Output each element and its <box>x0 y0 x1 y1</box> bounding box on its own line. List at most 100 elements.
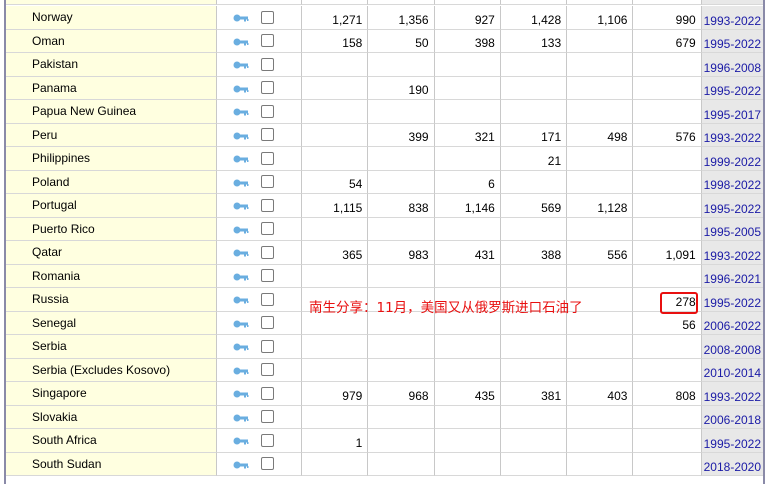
value-cell <box>434 452 501 476</box>
value-cell: 190 <box>368 76 435 100</box>
date-range-link[interactable]: 2008-2008 <box>701 335 763 359</box>
date-range-link[interactable]: 1993-2022 <box>701 123 763 147</box>
row-checkbox[interactable] <box>260 57 274 71</box>
key-icon[interactable] <box>233 318 249 328</box>
key-icon[interactable] <box>233 83 249 93</box>
row-checkbox[interactable] <box>260 104 274 118</box>
value-cell: 679 <box>633 29 702 53</box>
row-checkbox[interactable] <box>260 410 274 424</box>
date-range-link[interactable]: 1999-2022 <box>701 147 763 171</box>
row-checkbox[interactable] <box>260 269 274 283</box>
row-checkbox[interactable] <box>260 10 274 24</box>
date-range-link[interactable]: 1995-2017 <box>701 100 763 124</box>
date-range-link[interactable]: 1996-2021 <box>701 264 763 288</box>
key-icon[interactable] <box>233 177 249 187</box>
key-icon[interactable] <box>233 459 249 469</box>
value-cell <box>633 452 702 476</box>
row-checkbox[interactable] <box>260 292 274 306</box>
key-icon[interactable] <box>233 36 249 46</box>
key-icon[interactable] <box>233 224 249 234</box>
value-cell <box>368 53 435 77</box>
date-range-link[interactable]: 2006-2018 <box>701 405 763 429</box>
key-icon[interactable] <box>233 388 249 398</box>
value-cell: 1,356 <box>368 6 435 30</box>
key-icon[interactable] <box>233 130 249 140</box>
date-range-link[interactable]: 1993-2022 <box>701 6 763 30</box>
value-cell <box>633 194 702 218</box>
value-cell <box>434 100 501 124</box>
row-checkbox[interactable] <box>260 198 274 212</box>
row-checkbox[interactable] <box>260 339 274 353</box>
date-range-link[interactable]: 2004-2008 <box>701 0 763 5</box>
row-checkbox[interactable] <box>260 316 274 330</box>
key-icon[interactable] <box>233 12 249 22</box>
row-checkbox[interactable] <box>260 457 274 471</box>
value-cell: 990 <box>633 6 702 30</box>
date-range-link[interactable]: 1995-2022 <box>701 288 763 312</box>
key-icon[interactable] <box>233 247 249 257</box>
table-row: South Sudan 2018-2020 <box>6 452 763 476</box>
row-checkbox[interactable] <box>260 151 274 165</box>
key-icon[interactable] <box>233 294 249 304</box>
row-tools <box>216 6 303 30</box>
value-cell: 498 <box>567 123 634 147</box>
country-name: Pakistan <box>6 53 217 77</box>
row-checkbox[interactable] <box>260 433 274 447</box>
value-cell <box>633 335 702 359</box>
table-row: Serbia 2008-2008 <box>6 335 763 359</box>
country-cell <box>6 0 217 5</box>
date-range-link[interactable]: 1995-2022 <box>701 429 763 453</box>
key-icon[interactable] <box>233 271 249 281</box>
table-row: Singapore 979 968 435 381 403 808 1993-2022 <box>6 382 763 406</box>
date-range-link[interactable]: 2018-2020 <box>701 452 763 476</box>
date-range-link[interactable]: 1998-2022 <box>701 170 763 194</box>
key-icon[interactable] <box>233 435 249 445</box>
key-icon[interactable] <box>233 412 249 422</box>
row-checkbox[interactable] <box>260 175 274 189</box>
value-cell <box>500 335 568 359</box>
value-cell: 983 <box>368 241 435 265</box>
value-cell <box>567 217 634 241</box>
value-cell: 1,428 <box>500 6 568 30</box>
value-cell <box>302 123 369 147</box>
value-cell <box>500 452 568 476</box>
key-icon[interactable] <box>233 59 249 69</box>
value-cell <box>567 53 634 77</box>
date-range-link[interactable]: 1993-2022 <box>701 241 763 265</box>
country-name: Serbia <box>6 335 217 359</box>
row-checkbox[interactable] <box>260 34 274 48</box>
key-icon[interactable] <box>233 200 249 210</box>
date-range-link[interactable]: 1995-2022 <box>701 76 763 100</box>
value-cell: 399 <box>368 123 435 147</box>
date-range-link[interactable]: 1996-2008 <box>701 53 763 77</box>
key-icon[interactable] <box>233 341 249 351</box>
row-tools <box>216 170 303 194</box>
table-row: Oman 158 50 398 133 679 1995-2022 <box>6 29 763 53</box>
date-range-link[interactable]: 1995-2022 <box>701 29 763 53</box>
key-icon[interactable] <box>233 106 249 116</box>
row-checkbox[interactable] <box>260 363 274 377</box>
value-cell <box>633 217 702 241</box>
country-name: Papua New Guinea <box>6 100 217 124</box>
date-range-link[interactable]: 1995-2022 <box>701 194 763 218</box>
date-range-link[interactable]: 2006-2022 <box>701 311 763 335</box>
value-cell: 403 <box>567 382 634 406</box>
tools-cell <box>216 0 303 5</box>
key-icon[interactable] <box>233 153 249 163</box>
row-checkbox[interactable] <box>260 81 274 95</box>
row-checkbox[interactable] <box>260 128 274 142</box>
value-cell <box>368 405 435 429</box>
table-row: Pakistan 1996-2008 <box>6 53 763 77</box>
value-cell <box>302 100 369 124</box>
row-checkbox[interactable] <box>260 245 274 259</box>
country-name: Philippines <box>6 147 217 171</box>
date-range-link[interactable]: 1993-2022 <box>701 382 763 406</box>
row-checkbox[interactable] <box>260 386 274 400</box>
date-range-link[interactable]: 1995-2005 <box>701 217 763 241</box>
key-icon[interactable] <box>233 365 249 375</box>
value-cell <box>368 452 435 476</box>
date-range-link[interactable]: 2010-2014 <box>701 358 763 382</box>
value-cell <box>368 264 435 288</box>
row-checkbox[interactable] <box>260 222 274 236</box>
value-cell: 1,271 <box>302 6 369 30</box>
